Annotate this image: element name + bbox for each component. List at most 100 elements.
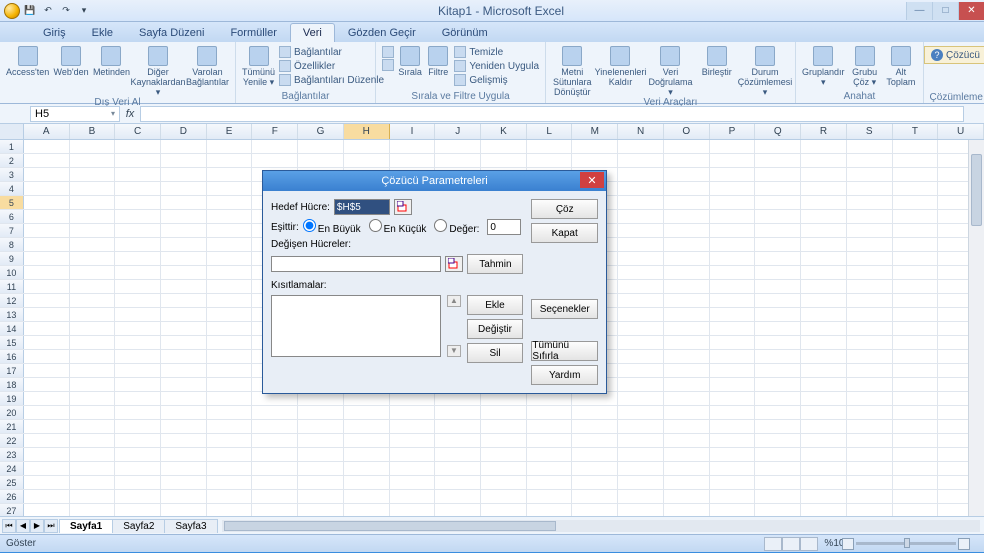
cell[interactable] [390, 490, 436, 503]
cell[interactable] [618, 504, 664, 516]
cell[interactable] [618, 364, 664, 377]
cell[interactable] [755, 210, 801, 223]
row-header[interactable]: 4 [0, 182, 24, 195]
cell[interactable] [527, 420, 573, 433]
cell[interactable] [801, 406, 847, 419]
cell[interactable] [664, 154, 710, 167]
cell[interactable] [755, 504, 801, 516]
sheet-nav-last[interactable]: ⏭ [44, 519, 58, 533]
cell[interactable] [664, 252, 710, 265]
column-header[interactable]: U [938, 124, 984, 139]
cell[interactable] [755, 476, 801, 489]
cell[interactable] [115, 154, 161, 167]
cell[interactable] [161, 308, 207, 321]
row-header[interactable]: 11 [0, 280, 24, 293]
cell[interactable] [801, 378, 847, 391]
cell[interactable] [618, 462, 664, 475]
cell[interactable] [115, 490, 161, 503]
view-layout-button[interactable] [782, 537, 800, 551]
cell[interactable] [390, 448, 436, 461]
cell[interactable] [710, 490, 756, 503]
cell[interactable] [115, 504, 161, 516]
cell[interactable] [161, 420, 207, 433]
cell[interactable] [572, 434, 618, 447]
cell[interactable] [435, 154, 481, 167]
cell[interactable] [755, 322, 801, 335]
cell[interactable] [390, 140, 436, 153]
cell[interactable] [115, 434, 161, 447]
cell[interactable] [252, 154, 298, 167]
row-header[interactable]: 8 [0, 238, 24, 251]
cell[interactable] [618, 252, 664, 265]
cell[interactable] [664, 210, 710, 223]
cell[interactable] [435, 140, 481, 153]
cell[interactable] [115, 280, 161, 293]
cell[interactable] [664, 504, 710, 516]
cell[interactable] [847, 392, 893, 405]
cell[interactable] [801, 336, 847, 349]
tab-gözden geçir[interactable]: Gözden Geçir [335, 23, 429, 42]
cell[interactable] [24, 168, 70, 181]
sheet-tab[interactable]: Sayfa2 [112, 519, 165, 533]
radio-value-input[interactable] [434, 219, 447, 232]
cell[interactable] [115, 238, 161, 251]
refresh-all-button[interactable]: Tümünü Yenile ▾ [242, 44, 275, 87]
cell[interactable] [115, 448, 161, 461]
cell[interactable] [893, 448, 939, 461]
cell[interactable] [207, 406, 253, 419]
sheet-nav-first[interactable]: ⏮ [2, 519, 16, 533]
cell[interactable] [298, 154, 344, 167]
cell[interactable] [893, 378, 939, 391]
row-header[interactable]: 18 [0, 378, 24, 391]
ribbon-small-button[interactable]: Gelişmiş [454, 74, 539, 86]
cell[interactable] [24, 154, 70, 167]
ribbon-button[interactable]: Access'ten [6, 44, 49, 77]
row-header[interactable]: 1 [0, 140, 24, 153]
column-header[interactable]: E [207, 124, 253, 139]
solver-button[interactable]: Çözücü [924, 46, 984, 64]
cell[interactable] [572, 476, 618, 489]
tab-veri[interactable]: Veri [290, 23, 335, 42]
ribbon-button[interactable]: Birleştir [697, 44, 737, 77]
cell[interactable] [70, 266, 116, 279]
cell[interactable] [710, 252, 756, 265]
view-pagebreak-button[interactable] [800, 537, 818, 551]
cell[interactable] [801, 210, 847, 223]
constraints-scroll[interactable]: ▲▼ [447, 295, 461, 357]
cell[interactable] [298, 140, 344, 153]
cell[interactable] [847, 238, 893, 251]
cell[interactable] [755, 378, 801, 391]
cell[interactable] [481, 448, 527, 461]
cell[interactable] [801, 294, 847, 307]
cell[interactable] [618, 196, 664, 209]
row-header[interactable]: 26 [0, 490, 24, 503]
cell[interactable] [70, 210, 116, 223]
cell[interactable] [70, 196, 116, 209]
column-header[interactable]: M [572, 124, 618, 139]
cell[interactable] [664, 490, 710, 503]
column-header[interactable]: N [618, 124, 664, 139]
cell[interactable] [710, 154, 756, 167]
cell[interactable] [24, 224, 70, 237]
cell[interactable] [664, 392, 710, 405]
cell[interactable] [527, 504, 573, 516]
cell[interactable] [755, 392, 801, 405]
cell[interactable] [24, 294, 70, 307]
cell[interactable] [893, 504, 939, 516]
cell[interactable] [344, 490, 390, 503]
cell[interactable] [618, 378, 664, 391]
cell[interactable] [207, 210, 253, 223]
cell[interactable] [115, 378, 161, 391]
cell[interactable] [664, 336, 710, 349]
cell[interactable] [618, 392, 664, 405]
cell[interactable] [618, 224, 664, 237]
cell[interactable] [115, 294, 161, 307]
cell[interactable] [24, 420, 70, 433]
cell[interactable] [481, 154, 527, 167]
cell[interactable] [252, 448, 298, 461]
cell[interactable] [618, 154, 664, 167]
cell[interactable] [710, 336, 756, 349]
cell[interactable] [801, 196, 847, 209]
cell[interactable] [710, 266, 756, 279]
cell[interactable] [298, 490, 344, 503]
